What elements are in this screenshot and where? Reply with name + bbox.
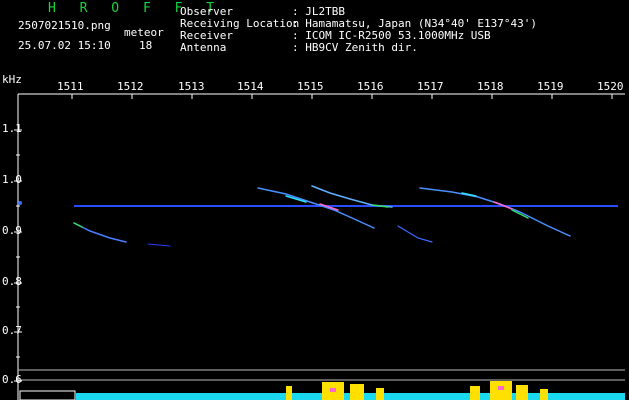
spectrogram-plot xyxy=(14,93,625,400)
carrier-marker xyxy=(18,201,22,205)
spectrogram-screen: H R O F F T 2507021510.png meteor 25.07.… xyxy=(0,0,629,400)
time-axis-ticks xyxy=(71,94,613,99)
level-marker-box xyxy=(19,390,76,400)
meteor-traces xyxy=(73,185,571,247)
